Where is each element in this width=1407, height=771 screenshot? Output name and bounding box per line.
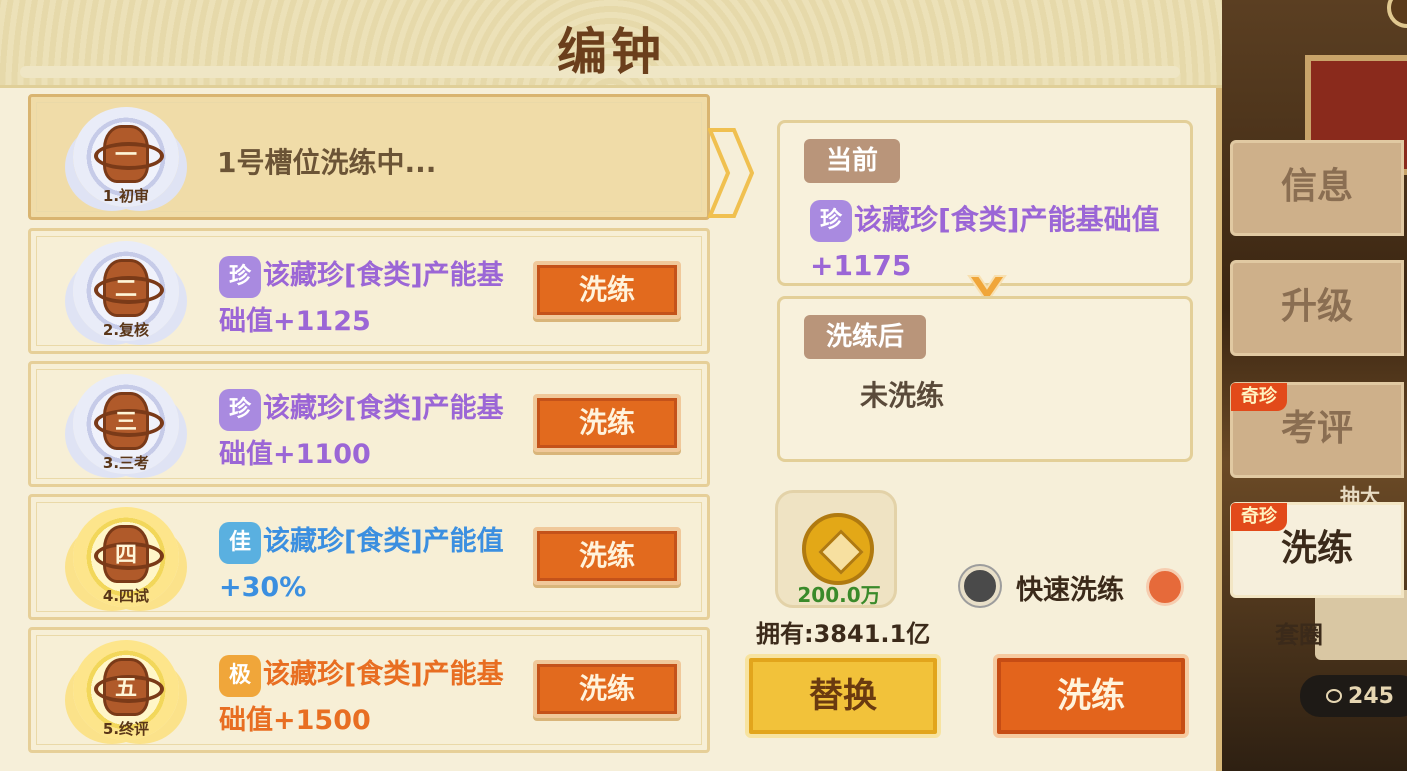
owned-amount: 拥有:3841.1亿 [756,620,931,648]
rare-corner-badge: 奇珍 [1231,503,1287,531]
slot-4[interactable]: 四 4.四试 佳该藏珍[食类]产能值+30% 洗练 [28,494,710,620]
slot-attribute: 极该藏珍[食类]产能基础值+1500 [219,652,519,744]
panel-header: 编钟 [0,0,1222,88]
wash-button[interactable]: 洗练 [533,261,681,319]
scene-ring-decoration [1315,590,1407,660]
tab-wash[interactable]: 奇珍 洗练 [1230,502,1404,598]
rare-corner-badge: 奇珍 [1231,383,1287,411]
slot-badge: 五 5.终评 [65,634,187,746]
tab-label: 洗练 [1280,528,1353,569]
scene-text-ring: 套圈 [1275,621,1323,649]
tab-upgrade[interactable]: 升级 [1230,260,1404,356]
slot-number: 三 [114,410,137,435]
slot-badge: 二 2.复核 [65,235,187,347]
attribute-text: 该藏珍[食类]产能值+30% [219,526,504,603]
slot-rank: 5.终评 [102,720,150,738]
wash-button[interactable]: 洗练 [533,660,681,718]
attribute-text: 该藏珍[食类]产能基础值+1500 [219,659,504,736]
after-label: 洗练后 [804,315,927,359]
scene-round-button [1387,0,1407,28]
quality-tag: 佳 [219,521,261,564]
quick-wash-radio[interactable] [960,566,1000,606]
current-label: 当前 [804,139,901,183]
tab-label: 升级 [1280,286,1353,327]
slot-rank: 1.初审 [102,187,150,205]
slot-number: 二 [114,277,137,302]
slot-rank: 2.复核 [102,321,150,339]
slot-attribute: 佳该藏珍[食类]产能值+30% [219,519,519,611]
copper-coin-icon [802,513,874,585]
edit-icon[interactable] [1146,568,1184,606]
slot-rank: 3.三考 [102,454,150,472]
page-title: 编钟 [557,23,665,81]
after-text: 未洗练 [860,379,945,412]
current-attribute-text: 该藏珍[食类]产能基础值+1175 [810,203,1160,282]
slot-attribute: 珍该藏珍[食类]产能基础值+1125 [219,253,519,345]
replace-button[interactable]: 替换 [745,654,941,738]
scene-coin-count: 245 [1348,683,1394,709]
slot-number: 五 [114,676,137,701]
slot-attribute: 珍该藏珍[食类]产能基础值+1100 [219,386,519,478]
tab-label: 信息 [1280,166,1353,207]
tab-label: 考评 [1280,408,1353,449]
after-card: 洗练后 未洗练 [777,296,1193,462]
slot-badge: 一 1.初审 [65,101,187,213]
coin-icon [1326,689,1343,703]
tab-review[interactable]: 奇珍 考评 [1230,382,1404,478]
slot-status: 1号槽位洗练中... [217,146,437,179]
wash-button[interactable]: 洗练 [533,394,681,452]
slot-number: 四 [114,543,137,568]
scene-coin-counter: 245 [1300,675,1407,717]
slot-2[interactable]: 二 2.复核 珍该藏珍[食类]产能基础值+1125 洗练 [28,228,710,354]
wash-main-button[interactable]: 洗练 [993,654,1189,738]
attribute-text: 该藏珍[食类]产能基础值+1100 [219,393,504,470]
current-card: 当前 珍该藏珍[食类]产能基础值+1175 [777,120,1193,286]
slot-5[interactable]: 五 5.终评 极该藏珍[食类]产能基础值+1500 洗练 [28,627,710,753]
slot-number: 一 [114,143,137,168]
tab-info[interactable]: 信息 [1230,140,1404,236]
quick-wash-label: 快速洗练 [1016,575,1124,606]
slot-rank: 4.四试 [102,587,150,605]
quality-tag: 珍 [219,255,261,298]
slot-3[interactable]: 三 3.三考 珍该藏珍[食类]产能基础值+1100 洗练 [28,361,710,487]
slot-badge: 三 3.三考 [65,368,187,480]
slot-badge: 四 4.四试 [65,501,187,613]
slot-pointer-icon [708,128,754,218]
quality-tag: 极 [219,654,261,697]
main-panel: 编钟 一 1.初审 1号槽位洗练中... 二 2.复核 珍该藏珍[食类]产能基础… [0,0,1222,771]
quality-tag: 珍 [810,200,852,242]
wash-button[interactable]: 洗练 [533,527,681,585]
slot-1[interactable]: 一 1.初审 1号槽位洗练中... [28,94,710,220]
attribute-text: 该藏珍[食类]产能基础值+1125 [219,260,504,337]
quality-tag: 珍 [219,388,261,431]
cost-box: 200.0万 [775,490,897,608]
cost-amount: 200.0万 [797,583,881,607]
